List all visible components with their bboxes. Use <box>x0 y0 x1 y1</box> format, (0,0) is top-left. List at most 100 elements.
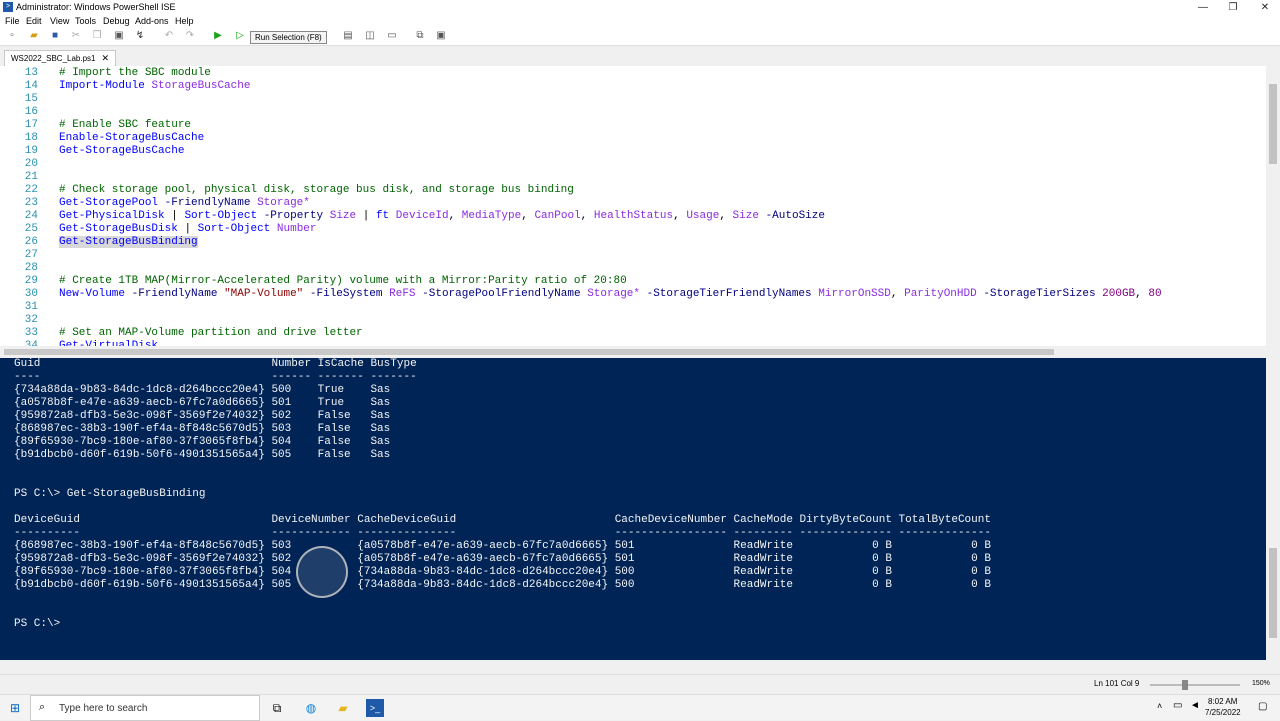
close-tab-icon[interactable]: ✕ <box>102 53 110 63</box>
code-text[interactable]: Get-StorageBusDisk | Sort-Object Number <box>59 223 317 236</box>
start-powershell-icon[interactable]: ▣ <box>435 30 447 42</box>
code-text[interactable]: Get-PhysicalDisk | Sort-Object -Property… <box>59 210 825 223</box>
zoom-slider[interactable] <box>1150 684 1240 686</box>
line-number: 15 <box>24 93 38 105</box>
line-number: 18 <box>24 132 38 144</box>
line-number: 20 <box>24 158 38 170</box>
windows-start-icon[interactable]: ⊞ <box>6 699 24 717</box>
new-remote-tab-icon[interactable]: ⧉ <box>414 30 426 42</box>
code-text[interactable]: Get-StoragePool -FriendlyName Storage* <box>59 197 310 210</box>
file-explorer-icon[interactable]: ▰ <box>334 699 352 717</box>
script-editor[interactable]: 13 # Import the SBC module 14 Import-Module… <box>0 66 1266 346</box>
line-number: 26 <box>24 236 38 248</box>
run-selection-tooltip: Run Selection (F8) <box>250 31 327 44</box>
console-line: DeviceGuid DeviceNumber CacheDeviceGuid … <box>14 514 991 526</box>
taskbar-search[interactable]: ⌕ Type here to search <box>30 695 260 721</box>
line-number: 24 <box>24 210 38 222</box>
line-number: 31 <box>24 301 38 313</box>
code-text[interactable]: # Import the SBC module <box>59 67 211 80</box>
line-number: 25 <box>24 223 38 235</box>
line-number: 17 <box>24 119 38 131</box>
undo-icon[interactable]: ↶ <box>163 30 175 42</box>
zoom-slider-handle[interactable] <box>1182 680 1188 690</box>
show-script-pane-maximized-icon[interactable]: ▭ <box>386 30 398 42</box>
editor-horizontal-scrollbar[interactable] <box>0 346 1266 358</box>
clear-console-icon[interactable]: ↯ <box>134 30 146 42</box>
powershell-ise-taskbar-icon[interactable]: >_ <box>366 699 384 717</box>
console-vertical-scrollbar[interactable] <box>1266 358 1280 660</box>
powershell-app-icon: > <box>3 2 13 12</box>
clock-date[interactable]: 7/25/2022 <box>1205 708 1241 717</box>
line-number: 13 <box>24 67 38 79</box>
menu-edit[interactable]: Edit <box>26 16 42 26</box>
line-number: 33 <box>24 327 38 339</box>
code-text[interactable]: # Enable SBC feature <box>59 119 191 132</box>
run-selection-icon[interactable]: ▷ <box>234 30 246 42</box>
line-number: 22 <box>24 184 38 196</box>
volume-icon[interactable]: ◄ <box>1190 700 1200 711</box>
title-bar: > Administrator: Windows PowerShell ISE … <box>0 0 1280 15</box>
console-line: {b91dbcb0-d60f-619b-50f6-4901351565a4} 5… <box>14 449 391 461</box>
console-line: {89f65930-7bc9-180e-af80-37f3065f8fb4} 5… <box>14 436 391 448</box>
clock-time[interactable]: 8:02 AM <box>1208 697 1237 706</box>
network-icon[interactable]: ▭ <box>1173 700 1182 711</box>
editor-hscroll-thumb[interactable] <box>4 349 1054 355</box>
window-title: Administrator: Windows PowerShell ISE <box>16 2 176 12</box>
console-line: ---- ------ ------- ------- <box>14 371 417 383</box>
redo-icon[interactable]: ↷ <box>184 30 196 42</box>
new-file-icon[interactable]: ▫ <box>6 30 18 42</box>
console-line: {959872a8-dfb3-5e3c-098f-3569f2e74032} 5… <box>14 553 991 565</box>
console-line: {89f65930-7bc9-180e-af80-37f3065f8fb4} 5… <box>14 566 991 578</box>
code-text[interactable]: Get-StorageBusBinding <box>59 236 198 249</box>
show-script-pane-right-icon[interactable]: ◫ <box>364 30 376 42</box>
close-button[interactable]: ✕ <box>1250 0 1280 15</box>
console-line: {868987ec-38b3-190f-ef4a-8f848c5670d5} 5… <box>14 540 991 552</box>
console-line: PS C:\> Get-StorageBusBinding <box>14 488 206 500</box>
code-text[interactable]: Get-StorageBusCache <box>59 145 184 158</box>
menu-tools[interactable]: Tools <box>75 16 96 26</box>
code-text[interactable]: # Set an MAP-Volume partition and drive … <box>59 327 363 340</box>
console-line: {734a88da-9b83-84dc-1dc8-d264bccc20e4} 5… <box>14 384 391 396</box>
restore-button[interactable]: ❐ <box>1218 0 1248 15</box>
cut-icon[interactable]: ✂ <box>70 30 82 42</box>
console-line: PS C:\> <box>14 618 61 630</box>
line-number: 32 <box>24 314 38 326</box>
menu-view[interactable]: View <box>50 16 69 26</box>
line-number: 29 <box>24 275 38 287</box>
console-line: Guid Number IsCache BusType <box>14 358 417 370</box>
code-text[interactable]: Import-Module StorageBusCache <box>59 80 250 93</box>
task-view-icon[interactable]: ⧉ <box>268 699 286 717</box>
menu-file[interactable]: File <box>5 16 20 26</box>
show-script-pane-top-icon[interactable]: ▤ <box>342 30 354 42</box>
save-icon[interactable]: ■ <box>49 30 61 42</box>
menu-add-ons[interactable]: Add-ons <box>135 16 169 26</box>
copy-icon[interactable]: ❐ <box>91 30 103 42</box>
minimize-button[interactable]: — <box>1188 0 1218 15</box>
line-number: 28 <box>24 262 38 274</box>
paste-icon[interactable]: ▣ <box>113 30 125 42</box>
edge-browser-icon[interactable]: ◍ <box>302 699 320 717</box>
code-text[interactable]: Enable-StorageBusCache <box>59 132 204 145</box>
tab-script-file[interactable]: WS2022_SBC_Lab.ps1 ✕ <box>4 50 117 66</box>
editor-vertical-scrollbar[interactable] <box>1266 46 1280 346</box>
code-text[interactable]: # Check storage pool, physical disk, sto… <box>59 184 574 197</box>
line-number: 21 <box>24 171 38 183</box>
notification-icon[interactable]: ▢ <box>1258 701 1267 712</box>
menu-help[interactable]: Help <box>175 16 194 26</box>
console-line: {868987ec-38b3-190f-ef4a-8f848c5670d5} 5… <box>14 423 391 435</box>
menu-debug[interactable]: Debug <box>103 16 130 26</box>
console-line: {b91dbcb0-d60f-619b-50f6-4901351565a4} 5… <box>14 579 991 591</box>
code-text[interactable]: New-Volume -FriendlyName "MAP-Volume" -F… <box>59 288 1162 301</box>
taskbar: ⊞ ⌕ Type here to search ⧉ ◍ ▰ >_ ˄ ▭ ◄ 8… <box>0 694 1280 721</box>
tab-label: WS2022_SBC_Lab.ps1 <box>11 54 96 63</box>
console-pane[interactable]: Guid Number IsCache BusType ---- ------ -… <box>0 358 1266 660</box>
script-tab-strip: WS2022_SBC_Lab.ps1 ✕ <box>0 46 1280 66</box>
editor-scroll-thumb[interactable] <box>1269 84 1277 164</box>
line-number: 23 <box>24 197 38 209</box>
run-script-icon[interactable]: ▶ <box>212 30 224 42</box>
code-text[interactable]: # Create 1TB MAP(Mirror-Accelerated Pari… <box>59 275 627 288</box>
line-number: 14 <box>24 80 38 92</box>
open-folder-icon[interactable]: ▰ <box>28 30 40 42</box>
console-scroll-thumb[interactable] <box>1269 548 1277 638</box>
show-hidden-icons-icon[interactable]: ˄ <box>1157 701 1162 711</box>
